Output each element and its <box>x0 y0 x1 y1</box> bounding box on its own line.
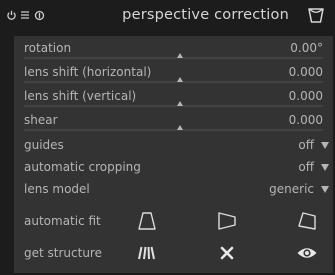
reset-icon[interactable] <box>33 8 45 22</box>
dropdown-arrow-icon[interactable] <box>321 164 329 171</box>
combobox-label: lens model <box>24 182 90 196</box>
automatic-cropping-combobox[interactable]: automatic cropping off <box>24 159 329 179</box>
get-structure-label: get structure <box>24 246 102 260</box>
slider-label: shear <box>24 113 58 127</box>
menu-icon[interactable] <box>19 8 31 22</box>
lens-shift-horizontal-slider[interactable]: lens shift (horizontal) 0.000 <box>24 64 329 86</box>
clear-structure-button[interactable] <box>210 238 244 268</box>
dropdown-arrow-icon[interactable] <box>321 186 329 193</box>
slider-track[interactable] <box>24 129 323 131</box>
slider-marker[interactable] <box>177 125 183 130</box>
slider-track[interactable] <box>24 57 323 59</box>
display-structure-button[interactable] <box>290 238 324 268</box>
display-eye-icon <box>297 248 317 258</box>
fit-vertical-button[interactable] <box>130 206 164 236</box>
module-header: perspective correction <box>0 0 335 30</box>
combobox-label: guides <box>24 138 64 152</box>
slider-label: lens shift (horizontal) <box>24 65 152 79</box>
lens-model-combobox[interactable]: lens model generic <box>24 181 329 201</box>
fit-both-button[interactable] <box>290 206 324 236</box>
combobox-label: automatic cropping <box>24 160 141 174</box>
slider-value: 0.000 <box>288 89 323 103</box>
guides-combobox[interactable]: guides off <box>24 137 329 157</box>
power-icon[interactable] <box>5 8 17 22</box>
slider-marker[interactable] <box>177 101 183 106</box>
slider-value: 0.000 <box>288 113 323 127</box>
rotation-slider[interactable]: rotation 0.00° <box>24 40 329 62</box>
shear-slider[interactable]: shear 0.000 <box>24 112 329 134</box>
lens-shift-vertical-slider[interactable]: lens shift (vertical) 0.000 <box>24 88 329 110</box>
slider-track[interactable] <box>24 81 323 83</box>
slider-value: 0.00° <box>290 41 323 55</box>
automatic-fit-row: automatic fit <box>24 206 329 236</box>
combobox-value: off <box>298 138 314 152</box>
presets-icon[interactable] <box>307 6 325 28</box>
slider-track[interactable] <box>24 105 323 107</box>
module-title: perspective correction <box>122 7 289 23</box>
fit-horizontal-icon <box>218 212 236 230</box>
slider-marker[interactable] <box>177 77 183 82</box>
slider-marker[interactable] <box>177 53 183 58</box>
slider-label: lens shift (vertical) <box>24 89 137 103</box>
get-structure-row: get structure <box>24 238 329 268</box>
dropdown-arrow-icon[interactable] <box>321 142 329 149</box>
get-structure-button[interactable] <box>130 238 164 268</box>
automatic-fit-label: automatic fit <box>24 214 101 228</box>
detect-lines-icon <box>138 246 155 260</box>
fit-both-icon <box>298 212 316 230</box>
module-panel: rotation 0.00° lens shift (horizontal) 0… <box>14 36 333 273</box>
fit-vertical-icon <box>138 212 156 230</box>
combobox-value: off <box>298 160 314 174</box>
slider-value: 0.000 <box>288 65 323 79</box>
fit-horizontal-button[interactable] <box>210 206 244 236</box>
combobox-value: generic <box>269 182 314 196</box>
slider-label: rotation <box>24 41 72 55</box>
clear-icon <box>220 246 234 260</box>
